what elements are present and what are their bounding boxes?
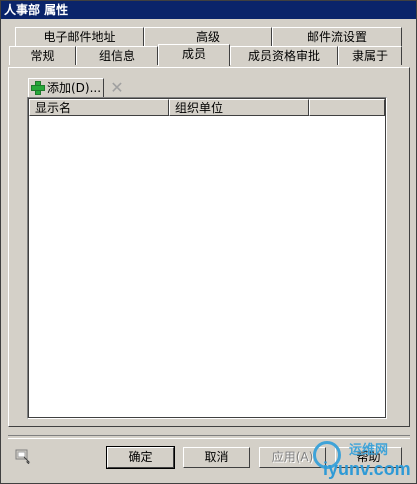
column-header-filler: [309, 99, 385, 116]
apply-label: 应用(A): [271, 450, 314, 464]
list-header: 显示名 组织单位: [29, 99, 385, 116]
footer-divider: [8, 435, 410, 439]
add-icon: [31, 81, 45, 95]
tab-label: 成员: [181, 47, 206, 61]
cancel-label: 取消: [204, 450, 229, 464]
tab-member-of[interactable]: 隶属于: [338, 46, 402, 65]
window-title: 人事部 属性: [4, 3, 69, 17]
tab-label: 邮件流设置: [306, 30, 367, 44]
add-button-label: 添加(D)...: [47, 81, 102, 95]
apply-button[interactable]: 应用(A): [259, 447, 326, 468]
add-button[interactable]: 添加(D)...: [28, 78, 104, 98]
tab-mail-flow-settings[interactable]: 邮件流设置: [272, 27, 402, 46]
title-bar: 人事部 属性: [1, 1, 416, 19]
column-label: 组织单位: [175, 101, 224, 115]
column-header-display-name[interactable]: 显示名: [29, 99, 169, 116]
help-button[interactable]: 帮助: [335, 447, 402, 468]
members-list[interactable]: 显示名 组织单位: [27, 97, 387, 419]
help-label: 帮助: [356, 450, 381, 464]
tab-group-info[interactable]: 组信息: [76, 46, 158, 65]
context-help-icon[interactable]: [15, 448, 31, 464]
ok-label: 确定: [128, 450, 153, 464]
tab-label: 成员资格审批: [247, 49, 320, 63]
tab-label: 高级: [195, 30, 220, 44]
remove-icon[interactable]: ✕: [109, 79, 125, 97]
ok-button[interactable]: 确定: [106, 446, 175, 469]
tab-label: 组信息: [98, 49, 135, 63]
cancel-button[interactable]: 取消: [183, 447, 250, 468]
column-header-org-unit[interactable]: 组织单位: [169, 99, 309, 116]
tab-general[interactable]: 常规: [9, 46, 76, 65]
tab-label: 隶属于: [351, 49, 388, 63]
tab-email-addresses[interactable]: 电子邮件地址: [15, 27, 144, 46]
column-label: 显示名: [35, 101, 72, 115]
properties-dialog: 人事部 属性 电子邮件地址 高级 邮件流设置 常规 组信息 成员 成员资格审批 …: [0, 0, 417, 484]
tab-membership-approval[interactable]: 成员资格审批: [230, 46, 338, 65]
tab-label: 电子邮件地址: [43, 30, 116, 44]
tab-members[interactable]: 成员: [158, 44, 230, 66]
tab-label: 常规: [30, 49, 55, 63]
